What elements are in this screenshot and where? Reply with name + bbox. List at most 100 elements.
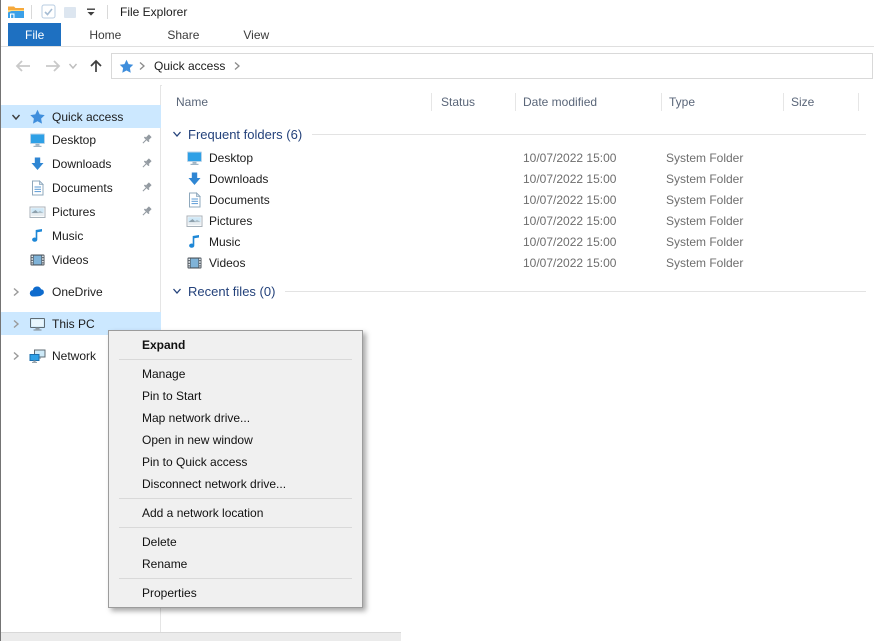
- sidebar-item-onedrive[interactable]: OneDrive: [1, 280, 161, 303]
- checkbox-check-icon: [41, 4, 56, 19]
- desktop-icon: [29, 132, 46, 148]
- pictures-icon: [186, 213, 203, 229]
- pin-icon[interactable]: [140, 157, 153, 170]
- menu-item-delete[interactable]: Delete: [109, 531, 362, 553]
- menu-item-properties[interactable]: Properties: [109, 582, 362, 604]
- titlebar-separator: [107, 5, 108, 19]
- chevron-right-icon: [9, 317, 23, 331]
- column-divider[interactable]: [431, 93, 432, 111]
- sidebar-item-quick-access[interactable]: Quick access: [1, 105, 161, 128]
- sidebar-item-desktop[interactable]: Desktop: [1, 128, 161, 151]
- column-divider[interactable]: [515, 93, 516, 111]
- sidebar-item-label: Documents: [52, 181, 113, 195]
- table-row[interactable]: Downloads 10/07/2022 15:00 System Folder: [162, 168, 874, 189]
- sidebar-item-label: Downloads: [52, 157, 111, 171]
- menu-item-add-network-location[interactable]: Add a network location: [109, 502, 362, 524]
- videos-icon: [186, 255, 203, 271]
- downloads-icon: [29, 156, 46, 172]
- table-row[interactable]: Music 10/07/2022 15:00 System Folder: [162, 231, 874, 252]
- menu-item-disconnect-network-drive[interactable]: Disconnect network drive...: [109, 473, 362, 495]
- status-bar: [1, 632, 401, 641]
- sidebar-item-downloads[interactable]: Downloads: [1, 152, 161, 175]
- group-header-recent-files[interactable]: Recent files (0): [170, 282, 866, 300]
- cell-date-modified: 10/07/2022 15:00: [523, 214, 616, 228]
- videos-icon: [29, 252, 46, 268]
- column-divider[interactable]: [858, 93, 859, 111]
- chevron-down-icon: [9, 110, 23, 124]
- sidebar-item-label: This PC: [52, 317, 95, 331]
- pin-icon[interactable]: [140, 133, 153, 146]
- menu-separator: [119, 527, 352, 528]
- menu-item-map-network-drive[interactable]: Map network drive...: [109, 407, 362, 429]
- pin-icon[interactable]: [140, 181, 153, 194]
- cell-name: Desktop: [209, 151, 253, 165]
- breadcrumb-chevron-icon: [136, 59, 148, 73]
- chevron-right-icon: [9, 349, 23, 363]
- quick-access-star-icon: [29, 109, 46, 125]
- tab-file[interactable]: File: [8, 23, 61, 46]
- menu-separator: [119, 498, 352, 499]
- address-bar[interactable]: Quick access: [111, 53, 873, 79]
- menu-item-manage[interactable]: Manage: [109, 363, 362, 385]
- cell-type: System Folder: [666, 151, 743, 165]
- qat-customize-button[interactable]: [82, 4, 99, 20]
- column-header-status[interactable]: Status: [441, 90, 507, 114]
- tab-view[interactable]: View: [227, 23, 285, 46]
- table-row[interactable]: Pictures 10/07/2022 15:00 System Folder: [162, 210, 874, 231]
- column-header-name[interactable]: Name: [176, 90, 426, 114]
- table-row[interactable]: Desktop 10/07/2022 15:00 System Folder: [162, 147, 874, 168]
- up-button[interactable]: [83, 47, 109, 85]
- qat-new-folder-button[interactable]: [61, 4, 78, 20]
- breadcrumb[interactable]: Quick access: [154, 59, 225, 73]
- music-icon: [186, 234, 203, 250]
- tab-home[interactable]: Home: [73, 23, 137, 46]
- column-header-type[interactable]: Type: [669, 90, 774, 114]
- sidebar-item-label: Pictures: [52, 205, 95, 219]
- desktop-icon: [186, 150, 203, 166]
- cell-name: Downloads: [209, 172, 268, 186]
- menu-item-open-in-new-window[interactable]: Open in new window: [109, 429, 362, 451]
- cell-date-modified: 10/07/2022 15:00: [523, 151, 616, 165]
- arrow-up-icon: [88, 58, 104, 74]
- breadcrumb-chevron-icon: [231, 59, 243, 73]
- column-divider[interactable]: [783, 93, 784, 111]
- cell-date-modified: 10/07/2022 15:00: [523, 193, 616, 207]
- column-divider[interactable]: [661, 93, 662, 111]
- documents-icon: [29, 180, 46, 196]
- tab-share[interactable]: Share: [151, 23, 215, 46]
- cell-name: Videos: [209, 256, 245, 270]
- column-header-row: Name Status Date modified Type Size: [162, 90, 874, 114]
- sidebar-item-label: Music: [52, 229, 83, 243]
- window-title: File Explorer: [120, 5, 187, 19]
- table-row[interactable]: Videos 10/07/2022 15:00 System Folder: [162, 252, 874, 273]
- menu-item-pin-to-quick-access[interactable]: Pin to Quick access: [109, 451, 362, 473]
- group-header-rule: [285, 291, 866, 292]
- table-row[interactable]: Documents 10/07/2022 15:00 System Folder: [162, 189, 874, 210]
- forward-button[interactable]: [41, 47, 65, 85]
- ribbon-tab-bar: File Home Share View: [1, 23, 874, 47]
- sidebar-item-videos[interactable]: Videos: [1, 248, 161, 271]
- sidebar-item-music[interactable]: Music: [1, 224, 161, 247]
- group-header-rule: [312, 134, 866, 135]
- file-explorer-app-icon: [7, 4, 25, 20]
- menu-item-pin-to-start[interactable]: Pin to Start: [109, 385, 362, 407]
- this-pc-monitor-icon: [29, 316, 46, 332]
- cell-type: System Folder: [666, 193, 743, 207]
- qat-properties-button[interactable]: [40, 4, 57, 20]
- back-button[interactable]: [11, 47, 35, 85]
- column-header-size[interactable]: Size: [791, 90, 851, 114]
- chevron-right-icon: [9, 285, 23, 299]
- column-header-date-modified[interactable]: Date modified: [523, 90, 653, 114]
- pictures-icon: [29, 204, 46, 220]
- sidebar-item-documents[interactable]: Documents: [1, 176, 161, 199]
- cell-type: System Folder: [666, 214, 743, 228]
- cell-type: System Folder: [666, 235, 743, 249]
- menu-separator: [119, 578, 352, 579]
- menu-item-rename[interactable]: Rename: [109, 553, 362, 575]
- pin-icon[interactable]: [140, 205, 153, 218]
- sidebar-item-pictures[interactable]: Pictures: [1, 200, 161, 223]
- group-header-frequent-folders[interactable]: Frequent folders (6): [170, 125, 866, 143]
- menu-item-expand[interactable]: Expand: [109, 334, 362, 356]
- recent-locations-button[interactable]: [65, 47, 81, 85]
- sidebar-item-label: Network: [52, 349, 96, 363]
